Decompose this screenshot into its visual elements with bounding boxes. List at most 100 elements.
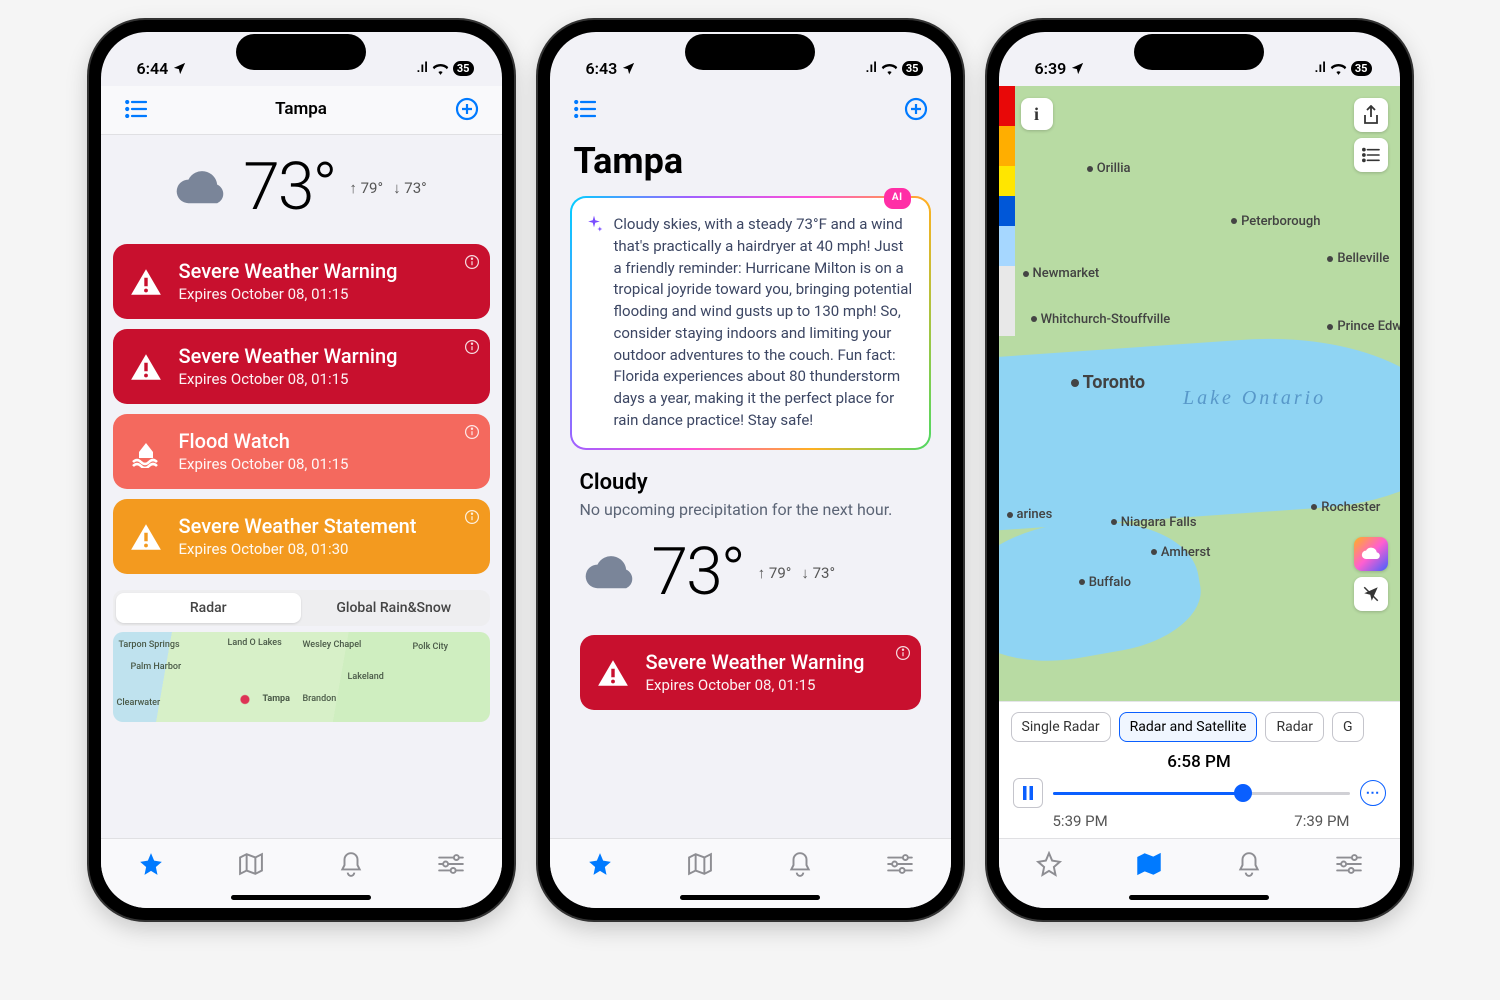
alert-expires: Expires October 08, 01:15 xyxy=(179,370,398,388)
map-controls-panel: Single Radar Radar and Satellite Radar G… xyxy=(999,701,1400,838)
dynamic-island xyxy=(685,34,815,70)
city-whitchurch: Whitchurch-Stouffville xyxy=(1031,312,1171,327)
cloud-icon xyxy=(175,169,229,207)
low-temp: ↓ 73° xyxy=(393,179,427,197)
mode-single-radar[interactable]: Single Radar xyxy=(1011,712,1111,742)
tab-map[interactable] xyxy=(234,849,268,879)
timeline-knob[interactable] xyxy=(1234,784,1252,802)
share-button[interactable] xyxy=(1354,98,1388,132)
radar-timeline: 6:58 PM ⋯ 5:39 PM 7:39 PM xyxy=(1007,752,1392,830)
high-temp: ↑ 79° xyxy=(349,179,383,197)
precipitation-legend[interactable] xyxy=(999,86,1015,336)
timeline-track[interactable] xyxy=(1053,784,1350,802)
alert-title: Severe Weather Warning xyxy=(646,651,865,674)
home-indicator xyxy=(680,895,820,900)
phone-1: 6:44 .ıl 35 Tampa 73° ↑ 79° xyxy=(89,20,514,920)
alerts-list: Severe Weather Warning Expires October 0… xyxy=(113,244,490,574)
seg-radar[interactable]: Radar xyxy=(116,593,302,623)
alert-expires: Expires October 08, 01:15 xyxy=(179,285,398,303)
ai-summary-card[interactable]: AI Cloudy skies, with a steady 73°F and … xyxy=(570,196,931,450)
mode-g[interactable]: G xyxy=(1332,712,1364,742)
info-icon[interactable] xyxy=(464,509,480,525)
alert-severe-weather-warning[interactable]: Severe Weather Warning Expires October 0… xyxy=(113,244,490,319)
city-peterborough: Peterborough xyxy=(1231,214,1320,229)
tab-settings[interactable] xyxy=(883,849,917,879)
info-icon[interactable] xyxy=(895,645,911,661)
timeline-start: 5:39 PM xyxy=(1053,812,1108,830)
tab-alerts[interactable] xyxy=(783,849,817,879)
mode-radar-and-satellite[interactable]: Radar and Satellite xyxy=(1119,712,1258,742)
tab-favorites[interactable] xyxy=(1032,849,1066,879)
city-rochester: Rochester xyxy=(1311,500,1380,515)
nav-title: Tampa xyxy=(275,99,327,119)
info-icon[interactable] xyxy=(464,254,480,270)
info-icon[interactable] xyxy=(464,339,480,355)
condition-card: Cloudy No upcoming precipitation for the… xyxy=(570,464,931,717)
list-button[interactable] xyxy=(570,94,600,124)
warning-icon xyxy=(129,265,163,299)
main-content: Tampa AI Cloudy skies, with a steady 73°… xyxy=(550,134,951,838)
location-icon xyxy=(1070,61,1085,76)
timeline-more-button[interactable]: ⋯ xyxy=(1360,780,1386,806)
alert-expires: Expires October 08, 01:30 xyxy=(179,540,417,558)
tab-settings[interactable] xyxy=(434,849,468,879)
tab-alerts[interactable] xyxy=(1232,849,1266,879)
weather-layers-button[interactable] xyxy=(1354,537,1388,571)
cellular-icon: .ıl xyxy=(1315,60,1326,76)
alert-title: Flood Watch xyxy=(179,430,349,453)
timeline-end: 7:39 PM xyxy=(1294,812,1349,830)
mode-radar[interactable]: Radar xyxy=(1265,712,1324,742)
warning-icon xyxy=(596,656,630,690)
temperature-value: 73° xyxy=(652,534,744,611)
map-info-button[interactable]: i xyxy=(1021,98,1053,130)
phone-3: 6:39 .ıl 35 Lake Ontario Toronto Orillia… xyxy=(987,20,1412,920)
low-temp: ↓ 73° xyxy=(801,564,835,582)
city-amherst: Amherst xyxy=(1151,545,1211,560)
radar-map-preview[interactable]: Tarpon Springs Palm Harbor Clearwater La… xyxy=(113,632,490,722)
timeline-current: 6:58 PM xyxy=(1013,752,1386,772)
alert-severe-weather-warning[interactable]: Severe Weather Warning Expires October 0… xyxy=(580,635,921,710)
alert-title: Severe Weather Statement xyxy=(179,515,417,538)
sparkle-icon xyxy=(584,214,604,234)
tab-favorites[interactable] xyxy=(583,849,617,879)
layers-button[interactable] xyxy=(1354,138,1388,172)
nav-bar: Tampa xyxy=(101,86,502,135)
home-indicator xyxy=(231,895,371,900)
cloud-icon xyxy=(584,554,638,592)
city-belleville: Belleville xyxy=(1327,251,1389,266)
tab-map[interactable] xyxy=(1132,849,1166,879)
cellular-icon: .ıl xyxy=(866,60,877,76)
home-indicator xyxy=(1129,895,1269,900)
warning-icon xyxy=(129,520,163,554)
city-prince-edward: Prince Edward xyxy=(1327,319,1399,334)
info-icon[interactable] xyxy=(464,424,480,440)
tab-alerts[interactable] xyxy=(334,849,368,879)
dynamic-island xyxy=(236,34,366,70)
alert-severe-weather-statement[interactable]: Severe Weather Statement Expires October… xyxy=(113,499,490,574)
alert-flood-watch[interactable]: Flood Watch Expires October 08, 01:15 xyxy=(113,414,490,489)
alert-title: Severe Weather Warning xyxy=(179,345,398,368)
city-stcatharines: arines xyxy=(1007,507,1053,522)
location-icon xyxy=(172,61,187,76)
add-location-button[interactable] xyxy=(452,94,482,124)
flood-icon xyxy=(129,435,163,469)
add-location-button[interactable] xyxy=(901,94,931,124)
alert-severe-weather-warning-2[interactable]: Severe Weather Warning Expires October 0… xyxy=(113,329,490,404)
condition-subtitle: No upcoming precipitation for the next h… xyxy=(580,499,921,521)
radar-mode-selector[interactable]: Single Radar Radar and Satellite Radar G xyxy=(1007,712,1392,752)
seg-global-rain-snow[interactable]: Global Rain&Snow xyxy=(301,593,487,623)
map-view[interactable]: Lake Ontario Toronto Orillia Peterboroug… xyxy=(999,86,1400,838)
high-temp: ↑ 79° xyxy=(758,564,792,582)
cellular-icon: .ıl xyxy=(417,60,428,76)
map-canvas[interactable]: Lake Ontario Toronto Orillia Peterboroug… xyxy=(999,86,1400,838)
locate-me-button[interactable] xyxy=(1354,577,1388,611)
tab-settings[interactable] xyxy=(1332,849,1366,879)
radar-segmented-control[interactable]: Radar Global Rain&Snow xyxy=(113,590,490,626)
list-button[interactable] xyxy=(121,94,151,124)
pause-button[interactable] xyxy=(1013,778,1043,808)
current-temp-block: 73° ↑ 79° ↓ 73° xyxy=(113,135,490,244)
tab-favorites[interactable] xyxy=(134,849,168,879)
city-heading: Tampa xyxy=(562,134,939,196)
battery-level: 35 xyxy=(902,61,923,76)
tab-map[interactable] xyxy=(683,849,717,879)
